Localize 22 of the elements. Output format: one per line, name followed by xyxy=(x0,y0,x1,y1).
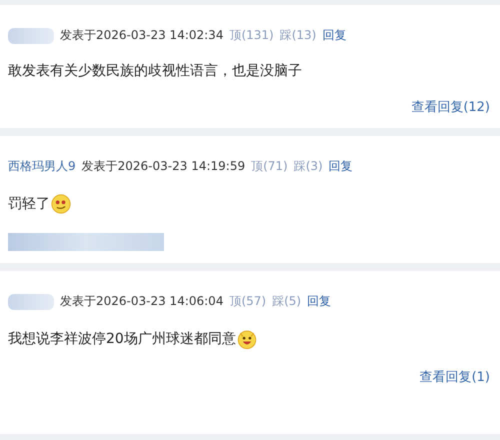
post-time: 发表于2026-03-23 14:19:59 xyxy=(82,158,246,175)
comment-text: 罚轻了 xyxy=(8,195,50,213)
comment-text: 我想说李祥波停20场广州球迷都同意 xyxy=(8,330,236,348)
username-link[interactable]: 西格玛男人9 xyxy=(8,158,76,175)
blurred-username xyxy=(8,294,54,310)
reply-link[interactable]: 回复 xyxy=(328,158,353,175)
upvote-link[interactable]: 顶(57) xyxy=(229,293,266,310)
grinning-face-icon xyxy=(236,328,257,350)
smiley-icon xyxy=(51,193,71,215)
downvote-link[interactable]: 踩(3) xyxy=(294,158,323,175)
reply-link[interactable]: 回复 xyxy=(322,27,346,44)
post-time: 发表于2026-03-23 14:06:04 xyxy=(60,293,224,310)
blurred-username xyxy=(8,28,54,44)
upvote-link[interactable]: 顶(71) xyxy=(251,158,288,175)
downvote-link[interactable]: 踩(5) xyxy=(272,293,302,310)
view-replies-link[interactable]: 查看回复(12) xyxy=(411,98,490,116)
view-replies-link[interactable]: 查看回复(1) xyxy=(420,368,490,386)
comment-text: 敢发表有关少数民族的歧视性语言，也是没脑子 xyxy=(8,62,302,80)
upvote-link[interactable]: 顶(131) xyxy=(229,27,274,44)
downvote-link[interactable]: 踩(13) xyxy=(280,27,316,44)
post-time: 发表于2026-03-23 14:02:34 xyxy=(60,27,224,44)
reply-link[interactable]: 回复 xyxy=(307,293,332,310)
